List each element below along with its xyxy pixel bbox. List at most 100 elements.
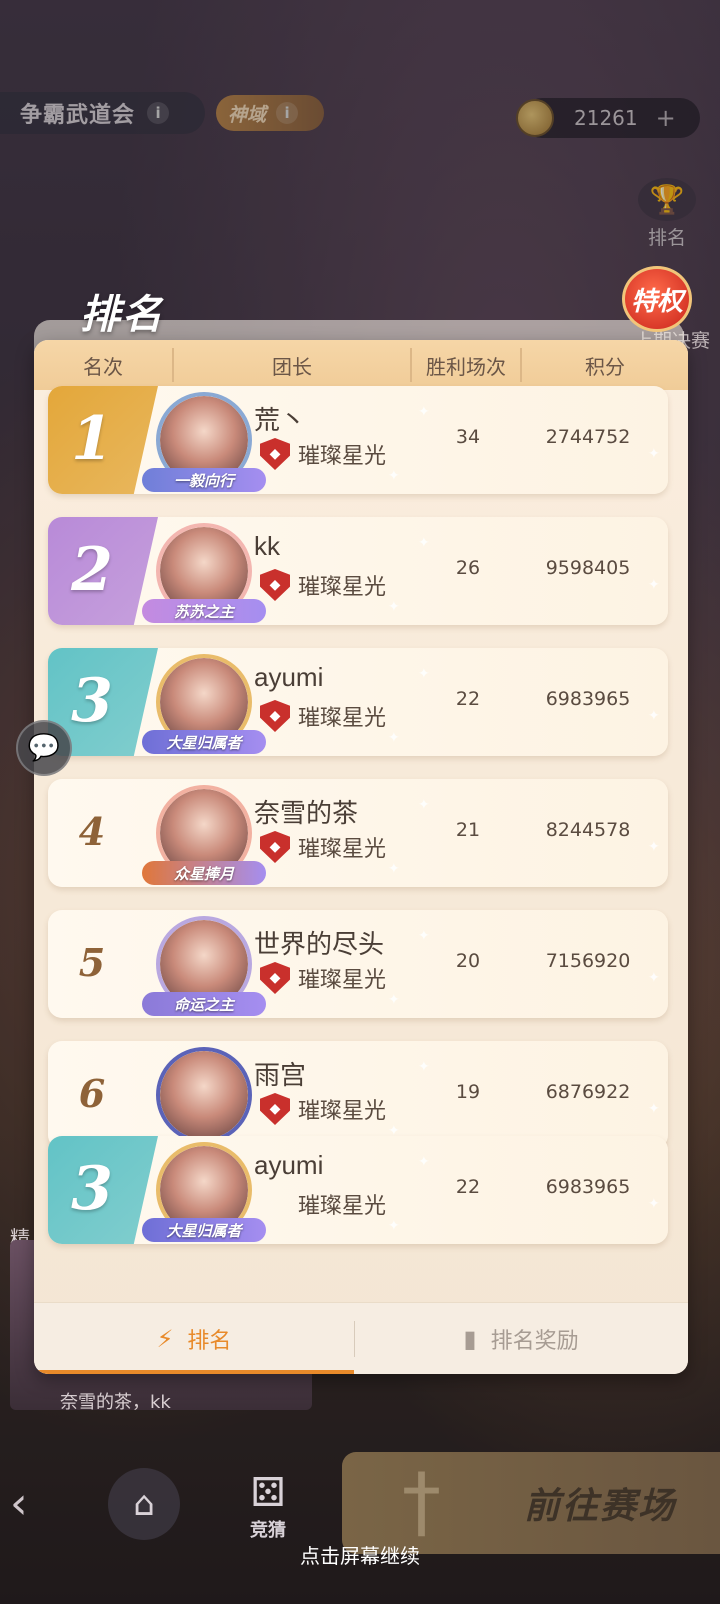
wins-count: 34	[455, 426, 481, 448]
panel-tabs: ⚡ 排名 ▮ 排名奖励	[34, 1302, 688, 1374]
avatar-image	[160, 1051, 248, 1139]
self-rank-row[interactable]: 3 大星归属者 ayumi 璀璨星光 22 6983965 ✦ ✦ ✦	[48, 1136, 668, 1244]
player-title-badge: 命运之主	[142, 992, 266, 1016]
wins-count: 26	[455, 557, 481, 579]
table-row[interactable]: 3 大星归属者 ayumi ◆ 璀璨星光 22 6983965 ✦ ✦ ✦	[48, 648, 668, 756]
player-title-badge: 苏苏之主	[142, 599, 266, 623]
back-button[interactable]: ‹	[10, 1478, 50, 1529]
guild-shield-icon: ◆	[260, 831, 290, 863]
table-header: 名次 团长 胜利场次 积分	[34, 340, 688, 390]
rank-number: 3	[71, 666, 113, 736]
panel-title: 排名	[80, 292, 164, 338]
score-value: 6983965	[545, 688, 631, 710]
sparkle-decoration: ✦	[648, 1196, 660, 1212]
sparkle-decoration: ✦	[418, 928, 430, 944]
sparkle-decoration: ✦	[388, 599, 400, 615]
go-arena-label: 前往赛场	[523, 1486, 676, 1527]
dice-icon: ⚄	[250, 1470, 286, 1516]
rank-number: 4	[78, 809, 106, 854]
player-name: ayumi	[254, 662, 324, 692]
guild-info: ◆ 璀璨星光	[260, 831, 386, 863]
guild-shield-icon: ◆	[260, 569, 290, 601]
sparkle-decoration: ✦	[418, 404, 430, 420]
score-value: 8244578	[545, 819, 631, 841]
sparkle-decoration: ✦	[648, 577, 660, 593]
guild-info: ◆ 璀璨星光	[260, 1093, 386, 1125]
sparkle-decoration: ✦	[388, 1218, 400, 1234]
rank-number: 3	[71, 1154, 113, 1224]
player-title-badge: 大星归属者	[142, 1218, 266, 1242]
player-name: 奈雪的茶	[254, 798, 359, 828]
wins-count: 22	[455, 1176, 481, 1198]
guild-shield-icon: ◆	[260, 1093, 290, 1125]
player-title-badge: 众星捧月	[142, 861, 266, 885]
score-value: 9598405	[545, 557, 631, 579]
guild-name: 璀璨星光	[298, 837, 387, 862]
home-button[interactable]: ⌂	[108, 1468, 180, 1540]
banner-icon: ▮	[463, 1325, 477, 1353]
guild-name: 璀璨星光	[298, 968, 387, 993]
guild-info: ◆ 璀璨星光	[260, 962, 386, 994]
guild-shield-icon: ◆	[260, 962, 290, 994]
score-value: 6876922	[545, 1081, 631, 1103]
guild-info: ◆ 璀璨星光	[260, 438, 386, 470]
rank-number: 6	[78, 1071, 106, 1116]
guild-shield-icon: ◆	[260, 700, 290, 732]
chat-icon[interactable]: 💬	[16, 720, 72, 776]
guild-info: 璀璨星光	[260, 1188, 386, 1220]
continue-hint: 点击屏幕继续	[300, 1544, 420, 1568]
table-row[interactable]: 4 众星捧月 奈雪的茶 ◆ 璀璨星光 21 8244578 ✦ ✦ ✦	[48, 779, 668, 887]
guild-info: ◆ 璀璨星光	[260, 700, 386, 732]
guess-label: 竞猜	[250, 1520, 286, 1541]
sparkle-decoration: ✦	[648, 446, 660, 462]
go-arena-button[interactable]: † 前往赛场	[342, 1452, 720, 1554]
sparkle-decoration: ✦	[388, 468, 400, 484]
score-value: 7156920	[545, 950, 631, 972]
guild-name: 璀璨星光	[298, 1194, 387, 1219]
guild-name: 璀璨星光	[298, 444, 387, 469]
sparkle-decoration: ✦	[418, 1059, 430, 1075]
sparkle-decoration: ✦	[418, 535, 430, 551]
player-name: 荒丶	[254, 405, 307, 435]
rank-number: 1	[71, 404, 113, 474]
guild-shield-icon: ◆	[260, 438, 290, 470]
sparkle-decoration: ✦	[418, 797, 430, 813]
guess-button[interactable]: ⚄ 竞猜	[236, 1470, 300, 1550]
wins-count: 19	[455, 1081, 481, 1103]
player-name: ayumi	[254, 1150, 324, 1180]
wins-count: 22	[455, 688, 481, 710]
guild-name: 璀璨星光	[298, 575, 387, 600]
wins-count: 20	[455, 950, 481, 972]
match-card-label: 奈雪的茶，kk	[60, 1392, 171, 1413]
player-name: 雨宫	[254, 1060, 307, 1090]
score-value: 6983965	[545, 1176, 631, 1198]
guild-name: 璀璨星光	[298, 1099, 387, 1124]
sword-icon: †	[402, 1458, 441, 1548]
avatar[interactable]	[156, 1047, 252, 1143]
ranking-panel: 名次 团长 胜利场次 积分 1 一毅向行 荒丶 ◆ 璀璨星光 34 2744752 ✦ ✦ ✦ 2 苏…	[34, 340, 688, 1374]
column-header-captain: 团长	[272, 354, 312, 379]
player-name: kk	[254, 531, 280, 561]
rank-number: 5	[78, 940, 106, 985]
sparkle-decoration: ✦	[648, 708, 660, 724]
player-title-badge: 一毅向行	[142, 468, 266, 492]
tab-rank-reward[interactable]: ▮ 排名奖励	[354, 1303, 688, 1374]
sparkle-decoration: ✦	[648, 1101, 660, 1117]
score-value: 2744752	[545, 426, 631, 448]
column-header-score: 积分	[585, 354, 625, 379]
tab-rank[interactable]: ⚡ 排名	[34, 1303, 354, 1374]
table-row[interactable]: 2 苏苏之主 kk ◆ 璀璨星光 26 9598405 ✦ ✦ ✦	[48, 517, 668, 625]
tab-reward-label: 排名奖励	[490, 1329, 579, 1354]
column-header-rank: 名次	[83, 354, 123, 379]
privilege-button[interactable]: 特权	[622, 266, 692, 332]
table-row[interactable]: 6 雨宫 ◆ 璀璨星光 19 6876922 ✦ ✦ ✦	[48, 1041, 668, 1149]
lightning-icon: ⚡	[156, 1325, 174, 1353]
player-title-badge: 大星归属者	[142, 730, 266, 754]
tab-rank-label: 排名	[187, 1329, 232, 1354]
guild-name: 璀璨星光	[298, 706, 387, 731]
rank-number: 2	[71, 535, 113, 605]
table-row[interactable]: 1 一毅向行 荒丶 ◆ 璀璨星光 34 2744752 ✦ ✦ ✦	[48, 386, 668, 494]
sparkle-decoration: ✦	[388, 730, 400, 746]
sparkle-decoration: ✦	[418, 666, 430, 682]
table-row[interactable]: 5 命运之主 世界的尽头 ◆ 璀璨星光 20 7156920 ✦ ✦ ✦	[48, 910, 668, 1018]
